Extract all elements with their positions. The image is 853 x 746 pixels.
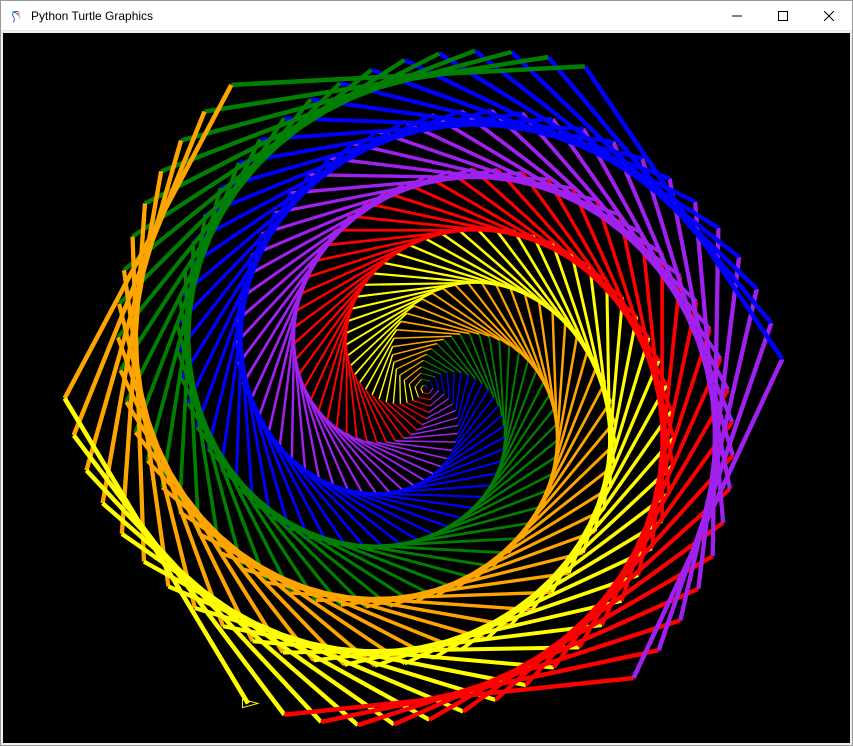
turtle-canvas xyxy=(3,33,850,743)
window-title: Python Turtle Graphics xyxy=(31,9,153,23)
canvas-frame xyxy=(1,31,852,745)
window-controls xyxy=(714,1,852,30)
minimize-button[interactable] xyxy=(714,1,760,30)
maximize-button[interactable] xyxy=(760,1,806,30)
app-icon xyxy=(9,8,25,24)
spiral-path xyxy=(65,51,783,725)
window-titlebar: Python Turtle Graphics xyxy=(1,1,852,31)
close-button[interactable] xyxy=(806,1,852,30)
